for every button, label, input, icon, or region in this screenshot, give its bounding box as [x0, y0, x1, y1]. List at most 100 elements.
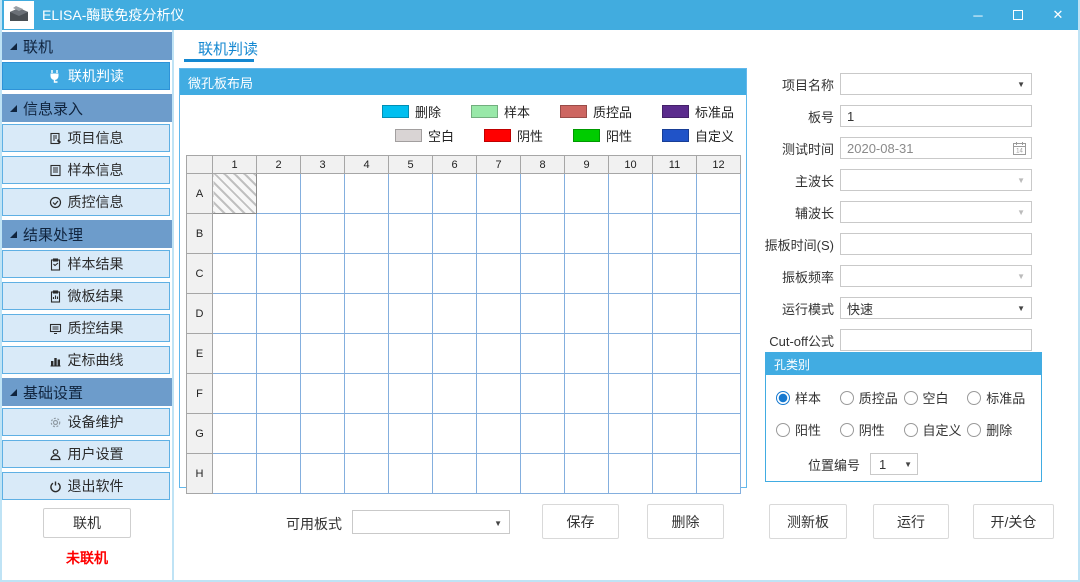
well-cell-B4[interactable]	[345, 214, 389, 254]
connect-button[interactable]: 联机	[43, 508, 131, 538]
sidebar-item-sample-info[interactable]: 样本信息	[2, 156, 170, 184]
well-cell-G8[interactable]	[521, 414, 565, 454]
project-name-select[interactable]: ▼	[840, 73, 1032, 95]
well-cell-C3[interactable]	[301, 254, 345, 294]
well-cell-E5[interactable]	[389, 334, 433, 374]
well-cell-F7[interactable]	[477, 374, 521, 414]
well-cell-C6[interactable]	[433, 254, 477, 294]
well-cell-F8[interactable]	[521, 374, 565, 414]
sidebar-item-project-info[interactable]: 项目信息	[2, 124, 170, 152]
well-cell-B11[interactable]	[653, 214, 697, 254]
well-cell-B2[interactable]	[257, 214, 301, 254]
well-cell-A6[interactable]	[433, 174, 477, 214]
well-cell-B8[interactable]	[521, 214, 565, 254]
well-category-radio-1[interactable]: 质控品	[840, 388, 904, 407]
sidebar-item-qc-info[interactable]: 质控信息	[2, 188, 170, 216]
well-cell-G1[interactable]	[213, 414, 257, 454]
well-cell-C8[interactable]	[521, 254, 565, 294]
well-cell-D7[interactable]	[477, 294, 521, 334]
shake-frequency-select[interactable]: ▼	[840, 265, 1032, 287]
well-category-radio-0[interactable]: 样本	[776, 388, 840, 407]
shake-time-input[interactable]	[840, 233, 1032, 255]
run-mode-select[interactable]: 快速▼	[840, 297, 1032, 319]
well-cell-G6[interactable]	[433, 414, 477, 454]
well-cell-E10[interactable]	[609, 334, 653, 374]
sidebar-item-exit[interactable]: 退出软件	[2, 472, 170, 500]
well-cell-B9[interactable]	[565, 214, 609, 254]
well-category-radio-2[interactable]: 空白	[904, 388, 968, 407]
well-cell-D8[interactable]	[521, 294, 565, 334]
sidebar-item-device-maintenance[interactable]: 设备维护	[2, 408, 170, 436]
section-info-entry[interactable]: 信息录入	[2, 94, 172, 122]
well-cell-B10[interactable]	[609, 214, 653, 254]
well-cell-G10[interactable]	[609, 414, 653, 454]
well-cell-F9[interactable]	[565, 374, 609, 414]
well-cell-B3[interactable]	[301, 214, 345, 254]
well-cell-D2[interactable]	[257, 294, 301, 334]
sidebar-item-plate-result[interactable]: 微板结果	[2, 282, 170, 310]
well-cell-D5[interactable]	[389, 294, 433, 334]
well-cell-E11[interactable]	[653, 334, 697, 374]
well-cell-A8[interactable]	[521, 174, 565, 214]
well-cell-H2[interactable]	[257, 454, 301, 494]
well-category-radio-4[interactable]: 阳性	[776, 420, 840, 439]
well-cell-G5[interactable]	[389, 414, 433, 454]
well-cell-A4[interactable]	[345, 174, 389, 214]
well-cell-D10[interactable]	[609, 294, 653, 334]
well-cell-A11[interactable]	[653, 174, 697, 214]
open-close-door-button[interactable]: 开/关仓	[973, 504, 1054, 539]
well-cell-D3[interactable]	[301, 294, 345, 334]
well-cell-C4[interactable]	[345, 254, 389, 294]
well-cell-G9[interactable]	[565, 414, 609, 454]
well-cell-C12[interactable]	[697, 254, 741, 294]
well-cell-G12[interactable]	[697, 414, 741, 454]
well-cell-G4[interactable]	[345, 414, 389, 454]
well-cell-B6[interactable]	[433, 214, 477, 254]
well-cell-F3[interactable]	[301, 374, 345, 414]
well-cell-A1[interactable]	[213, 174, 257, 214]
well-cell-E2[interactable]	[257, 334, 301, 374]
well-cell-G11[interactable]	[653, 414, 697, 454]
well-cell-F12[interactable]	[697, 374, 741, 414]
sidebar-item-calibration-curve[interactable]: 定标曲线	[2, 346, 170, 374]
aux-wavelength-select[interactable]: ▼	[840, 201, 1032, 223]
well-cell-F1[interactable]	[213, 374, 257, 414]
well-cell-F4[interactable]	[345, 374, 389, 414]
well-cell-C7[interactable]	[477, 254, 521, 294]
well-cell-H8[interactable]	[521, 454, 565, 494]
well-cell-H4[interactable]	[345, 454, 389, 494]
sidebar-item-sample-result[interactable]: 样本结果	[2, 250, 170, 278]
well-cell-D9[interactable]	[565, 294, 609, 334]
well-cell-C2[interactable]	[257, 254, 301, 294]
well-cell-C1[interactable]	[213, 254, 257, 294]
well-cell-B12[interactable]	[697, 214, 741, 254]
well-cell-F5[interactable]	[389, 374, 433, 414]
well-cell-G3[interactable]	[301, 414, 345, 454]
well-cell-A3[interactable]	[301, 174, 345, 214]
well-cell-A10[interactable]	[609, 174, 653, 214]
well-cell-F6[interactable]	[433, 374, 477, 414]
well-cell-E8[interactable]	[521, 334, 565, 374]
position-number-select[interactable]: 1 ▼	[870, 453, 918, 475]
test-time-field[interactable]: 2020-08-3114	[840, 137, 1032, 159]
section-result-processing[interactable]: 结果处理	[2, 220, 172, 248]
main-wavelength-select[interactable]: ▼	[840, 169, 1032, 191]
well-cell-H5[interactable]	[389, 454, 433, 494]
well-cell-D1[interactable]	[213, 294, 257, 334]
well-cell-C5[interactable]	[389, 254, 433, 294]
well-cell-D6[interactable]	[433, 294, 477, 334]
well-cell-E12[interactable]	[697, 334, 741, 374]
well-cell-F11[interactable]	[653, 374, 697, 414]
well-cell-D11[interactable]	[653, 294, 697, 334]
well-cell-B7[interactable]	[477, 214, 521, 254]
well-cell-E6[interactable]	[433, 334, 477, 374]
plate-number-input[interactable]: 1	[840, 105, 1032, 127]
test-new-plate-button[interactable]: 测新板	[769, 504, 847, 539]
well-cell-C10[interactable]	[609, 254, 653, 294]
well-cell-B5[interactable]	[389, 214, 433, 254]
well-cell-F2[interactable]	[257, 374, 301, 414]
well-cell-C9[interactable]	[565, 254, 609, 294]
well-cell-H11[interactable]	[653, 454, 697, 494]
well-cell-A9[interactable]	[565, 174, 609, 214]
well-cell-B1[interactable]	[213, 214, 257, 254]
